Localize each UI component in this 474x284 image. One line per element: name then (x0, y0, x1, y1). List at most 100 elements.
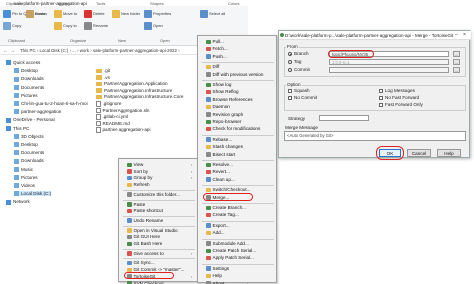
nav-item[interactable]: Documents (14, 85, 44, 90)
tortoisegit-menu-item[interactable]: Daemon (206, 104, 230, 110)
new-folder-button[interactable]: New folder (112, 10, 140, 18)
tortoisegit-menu-item[interactable]: Fetch... (206, 46, 228, 52)
file-row[interactable]: .gitignore (96, 101, 121, 107)
nav-item[interactable]: Quick access (6, 60, 40, 66)
context-menu-item[interactable]: Git Sync... (127, 260, 155, 266)
nav-item[interactable]: Network (6, 199, 30, 205)
commit-radio[interactable] (288, 68, 292, 72)
move-to-button[interactable]: Move to (54, 10, 77, 18)
squash-checkbox[interactable] (288, 89, 292, 93)
tortoisegit-menu-item[interactable]: Resolve... (206, 162, 233, 168)
file-row[interactable]: PartnerAggregation.Infrastructure.Core (96, 94, 183, 100)
tortoisegit-menu-item[interactable]: Bisect start (206, 152, 235, 157)
nav-item[interactable]: Desktop (14, 142, 38, 148)
nav-item[interactable]: Desktop (14, 68, 38, 74)
tortoisegit-menu-item[interactable]: Create Branch... (206, 205, 246, 211)
tortoisegit-menu-item[interactable]: Apply Patch Serial... (206, 255, 254, 261)
nav-item[interactable]: Downloads (14, 76, 44, 82)
cancel-button[interactable]: Cancel (407, 149, 431, 157)
tortoisegit-menu-item[interactable]: Diff (206, 64, 219, 70)
context-menu-item[interactable]: Paste shortcut (127, 208, 163, 214)
commit-input[interactable] (329, 67, 449, 73)
tag-radio[interactable] (288, 60, 292, 64)
file-row[interactable]: PartnerAggregation.Infrastructure (96, 88, 172, 93)
tortoisegit-menu-item[interactable]: Push... (206, 54, 227, 59)
nav-item[interactable]: 3D Objects (14, 134, 44, 140)
context-menu-item[interactable]: Git Bash Here (127, 241, 162, 247)
nav-item[interactable]: Chi-lin-gua-tu-2-hoan-ti-sa-h-moi (14, 101, 88, 107)
tortoisegit-menu-item[interactable]: Repo-browser (206, 119, 241, 125)
open-button[interactable]: Open (144, 22, 163, 30)
tag-browse-button[interactable]: … (453, 59, 460, 65)
context-menu-item[interactable]: Group by (127, 175, 152, 181)
nav-item[interactable]: Documents (14, 150, 44, 156)
tortoisegit-menu-item[interactable]: Settings (206, 266, 229, 271)
file-row[interactable]: .vs (96, 75, 110, 80)
tortoisegit-menu-item[interactable]: Create Tag... (206, 212, 239, 218)
nav-item[interactable]: partner-aggregation (14, 109, 61, 115)
nav-item[interactable]: Downloads (14, 158, 44, 164)
context-menu-item[interactable]: Customize this folder... (127, 192, 180, 197)
file-row[interactable]: PartnerAggregation.sln (96, 108, 150, 114)
tortoisegit-menu-item[interactable]: Create Patch Serial... (206, 248, 256, 254)
tortoisegit-menu-item[interactable]: Submodule Add... (206, 241, 249, 246)
strategy-select[interactable] (319, 115, 369, 121)
context-menu-item[interactable]: Give access to (127, 251, 164, 256)
help-button[interactable]: Help (437, 149, 461, 157)
context-menu-item[interactable]: Git GUI Here (127, 234, 160, 240)
nav-item[interactable]: Pictures (14, 93, 38, 99)
branch-radio[interactable] (288, 52, 292, 56)
tortoisegit-menu-item[interactable]: Browse References (206, 97, 253, 102)
tortoisegit-menu-item[interactable]: Revision graph (206, 112, 243, 117)
tortoisegit-menu-item[interactable]: Pull... (206, 39, 224, 45)
forward-arrow-icon[interactable]: → (10, 48, 15, 54)
tortoisegit-menu-item[interactable]: Check for modifications (206, 126, 260, 132)
tag-combo[interactable]: 1.0.0-rc.1 (329, 59, 449, 65)
minimize-icon[interactable]: – (455, 32, 458, 38)
file-row[interactable]: partner-aggregation-api (96, 127, 151, 133)
tortoisegit-menu-item[interactable]: Show Reflog (206, 89, 239, 95)
tortoisegit-menu-item[interactable]: Revert... (206, 169, 230, 175)
select-all-button[interactable]: Select all (200, 10, 225, 18)
nav-item[interactable]: Local Disk (C:) (14, 191, 52, 197)
file-row[interactable]: README.md (96, 121, 130, 127)
context-menu-item[interactable]: Paste (127, 202, 145, 207)
copy-to-button[interactable]: Copy to (54, 22, 77, 30)
nav-item[interactable]: OneDrive - Personal (6, 117, 55, 123)
delete-button[interactable]: Delete (84, 10, 105, 18)
no-commit-checkbox[interactable] (288, 96, 292, 100)
fast-forward-only-checkbox[interactable] (379, 103, 383, 107)
nav-item[interactable]: Pictures (14, 175, 38, 181)
close-icon[interactable]: × (463, 32, 466, 38)
context-menu-item[interactable]: Undo Rename (127, 218, 163, 223)
tortoisegit-menu-item[interactable]: Add... (206, 230, 225, 236)
copy-button[interactable]: Copy (3, 22, 21, 30)
file-row[interactable]: .git (96, 68, 110, 74)
back-arrow-icon[interactable]: ← (3, 48, 8, 54)
paste-button[interactable]: Paste (26, 10, 45, 18)
tortoisegit-menu-item[interactable]: Clean up... (206, 177, 235, 182)
commit-browse-button[interactable]: … (453, 67, 460, 73)
context-menu-item[interactable]: Open in Visual Studio (127, 228, 178, 233)
tortoisegit-menu-item[interactable]: Diff with previous version (206, 72, 263, 77)
file-row[interactable]: PartnerAggregation.Application (96, 81, 168, 87)
tortoisegit-menu-item[interactable]: Export... (206, 223, 230, 228)
nav-item[interactable]: Videos (14, 183, 35, 189)
context-menu-item[interactable]: Refresh (127, 182, 150, 188)
no-fast-forward-checkbox[interactable] (379, 96, 383, 100)
context-menu-item[interactable]: Sort by (127, 169, 148, 174)
file-row[interactable]: .gitlab-ci.yml (96, 114, 128, 120)
tortoisegit-menu-item[interactable]: Switch/Checkout... (206, 187, 251, 193)
tortoisegit-menu-item[interactable]: About (206, 281, 225, 284)
branch-browse-button[interactable]: … (453, 51, 460, 57)
properties-button[interactable]: Properties (144, 10, 171, 18)
tortoisegit-menu-item[interactable]: Rebase... (206, 137, 232, 142)
tortoisegit-menu-item[interactable]: Show log (206, 82, 231, 88)
log-messages-checkbox[interactable] (379, 89, 383, 93)
merge-message-textarea[interactable]: <Auto Generated by Git> (284, 131, 466, 141)
tortoisegit-menu-item[interactable]: Stash changes (206, 144, 243, 150)
nav-item[interactable]: This PC (6, 126, 29, 131)
context-menu-item[interactable]: View (127, 162, 143, 168)
nav-item[interactable]: Music (14, 167, 33, 172)
rename-button[interactable]: Rename (84, 22, 108, 30)
